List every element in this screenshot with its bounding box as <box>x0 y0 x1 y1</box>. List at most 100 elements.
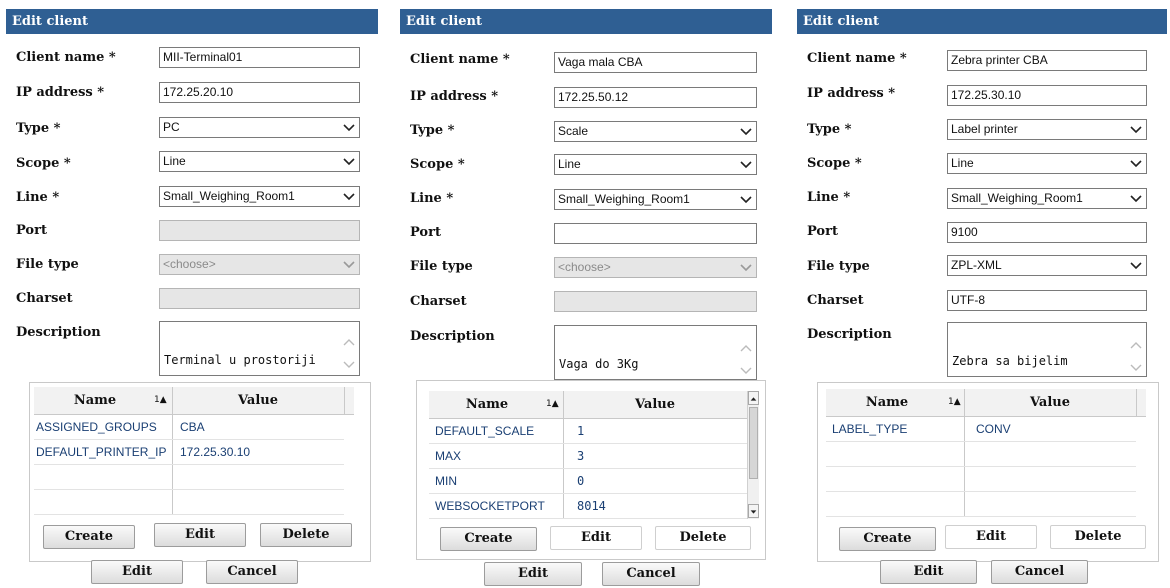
table-row-empty <box>826 492 1136 517</box>
type-value: Label printer <box>951 122 1018 136</box>
line-select[interactable]: Small_Weighing_Room1 <box>554 189 757 210</box>
description-textarea[interactable]: Terminal u prostoriji vagaone <box>159 321 360 376</box>
ip-address-input[interactable]: 172.25.20.10 <box>159 82 360 103</box>
scroll-up-icon[interactable] <box>748 391 759 405</box>
chevron-down-icon <box>1130 189 1142 208</box>
column-header-value[interactable]: Value <box>563 391 747 418</box>
scroll-up-icon[interactable] <box>740 342 752 352</box>
table-row[interactable]: WEBSOCKETPORT 8014 <box>429 494 747 519</box>
line-label: Line * <box>410 191 454 206</box>
cell-value: 172.25.30.10 <box>180 445 251 459</box>
scope-select[interactable]: Line <box>554 154 757 175</box>
table-row-empty <box>826 442 1136 467</box>
chevron-down-icon <box>343 255 355 274</box>
scroll-down-icon[interactable] <box>1130 362 1142 372</box>
description-textarea[interactable]: Zebra sa bijelim naljepnicama <box>947 322 1147 377</box>
file-type-select: <choose> <box>554 257 757 278</box>
client-name-label: Client name * <box>16 50 116 65</box>
ip-address-input[interactable]: 172.25.30.10 <box>947 85 1147 106</box>
edit-row-button[interactable]: Edit <box>945 525 1037 549</box>
cell-name: DEFAULT_PRINTER_IP <box>36 445 167 459</box>
port-input[interactable] <box>554 223 757 244</box>
scroll-up-icon[interactable] <box>343 336 355 346</box>
table-row-empty <box>34 490 344 515</box>
cell-value: CBA <box>180 420 205 434</box>
column-header-name[interactable]: Name <box>34 387 156 414</box>
file-type-select[interactable]: ZPL-XML <box>947 255 1147 276</box>
type-select[interactable]: Scale <box>554 121 757 142</box>
description-line-1: Vaga do 3Kg <box>559 357 639 371</box>
cell-value: 0 <box>577 474 585 488</box>
port-input <box>159 220 360 241</box>
ip-address-input[interactable]: 172.25.50.12 <box>554 87 757 108</box>
edit-row-button[interactable]: Edit <box>154 523 246 547</box>
charset-input[interactable]: UTF-8 <box>947 290 1147 311</box>
grid-scrollbar[interactable] <box>747 391 759 519</box>
edit-row-button[interactable]: Edit <box>550 526 642 550</box>
sort-indicator[interactable]: 1▲ <box>948 389 961 416</box>
cancel-button[interactable]: Cancel <box>991 560 1088 584</box>
delete-button[interactable]: Delete <box>655 526 751 550</box>
port-label: Port <box>16 223 47 238</box>
edit-button[interactable]: Edit <box>880 560 977 584</box>
panel-title: Edit client <box>797 9 1167 34</box>
scope-select[interactable]: Line <box>947 153 1147 174</box>
column-header-value[interactable]: Value <box>172 387 344 414</box>
line-select[interactable]: Small_Weighing_Room1 <box>947 188 1147 209</box>
sort-indicator[interactable]: 1▲ <box>546 391 559 418</box>
scope-label: Scope * <box>16 156 71 171</box>
client-name-input[interactable]: MII-Terminal01 <box>159 47 360 68</box>
column-header-value[interactable]: Value <box>964 389 1136 416</box>
file-type-label: File type <box>410 259 473 274</box>
scope-label: Scope * <box>410 157 465 172</box>
scroll-down-icon[interactable] <box>748 504 759 518</box>
table-row[interactable]: MAX 3 <box>429 444 747 469</box>
edit-button[interactable]: Edit <box>91 560 183 584</box>
type-value: PC <box>163 120 180 134</box>
type-label: Type * <box>410 123 455 138</box>
cancel-button[interactable]: Cancel <box>206 560 298 584</box>
table-row[interactable]: LABEL_TYPE CONV <box>826 417 1136 442</box>
cancel-button[interactable]: Cancel <box>602 562 700 586</box>
column-divider <box>344 387 345 415</box>
sort-indicator[interactable]: 1▲ <box>154 387 167 414</box>
properties-grid: Name 1▲ Value DEFAULT_SCALE 1 MAX 3 MIN … <box>416 380 766 560</box>
scroll-down-icon[interactable] <box>740 365 752 375</box>
delete-button[interactable]: Delete <box>1050 525 1146 549</box>
charset-label: Charset <box>16 291 73 306</box>
type-label: Type * <box>16 121 61 136</box>
cell-name: MAX <box>435 449 462 463</box>
scroll-down-icon[interactable] <box>343 359 355 369</box>
description-textarea[interactable]: Vaga do 3Kg <box>554 325 757 380</box>
column-header-name[interactable]: Name <box>826 389 948 416</box>
type-select[interactable]: Label printer <box>947 119 1147 140</box>
file-type-select: <choose> <box>159 254 360 275</box>
client-name-label: Client name * <box>410 52 510 67</box>
table-row[interactable]: ASSIGNED_GROUPS CBA <box>34 415 344 440</box>
chevron-down-icon <box>343 118 355 137</box>
create-button[interactable]: Create <box>43 525 135 549</box>
client-name-input[interactable]: Vaga mala CBA <box>554 52 757 73</box>
port-input[interactable]: 9100 <box>947 222 1147 243</box>
table-row[interactable]: DEFAULT_PRINTER_IP 172.25.30.10 <box>34 440 344 465</box>
grid-header: Name 1▲ Value <box>429 391 747 419</box>
create-button[interactable]: Create <box>440 527 537 551</box>
table-row[interactable]: DEFAULT_SCALE 1 <box>429 419 747 444</box>
scrollbar-thumb[interactable] <box>749 407 758 479</box>
client-name-input[interactable]: Zebra printer CBA <box>947 50 1147 71</box>
column-header-name[interactable]: Name <box>429 391 545 418</box>
file-type-value: <choose> <box>163 257 216 271</box>
scope-select[interactable]: Line <box>159 151 360 172</box>
scope-value: Line <box>558 157 581 171</box>
scroll-up-icon[interactable] <box>1130 339 1142 349</box>
chevron-down-icon <box>1130 154 1142 173</box>
type-select[interactable]: PC <box>159 117 360 138</box>
edit-button[interactable]: Edit <box>484 562 582 586</box>
delete-button[interactable]: Delete <box>260 523 352 547</box>
panel-title: Edit client <box>400 9 772 34</box>
create-button[interactable]: Create <box>839 527 936 551</box>
cell-name: WEBSOCKETPORT <box>435 499 545 513</box>
line-select[interactable]: Small_Weighing_Room1 <box>159 186 360 207</box>
edit-client-panel-1: Edit client Client name * MII-Terminal01… <box>6 9 378 588</box>
table-row[interactable]: MIN 0 <box>429 469 747 494</box>
